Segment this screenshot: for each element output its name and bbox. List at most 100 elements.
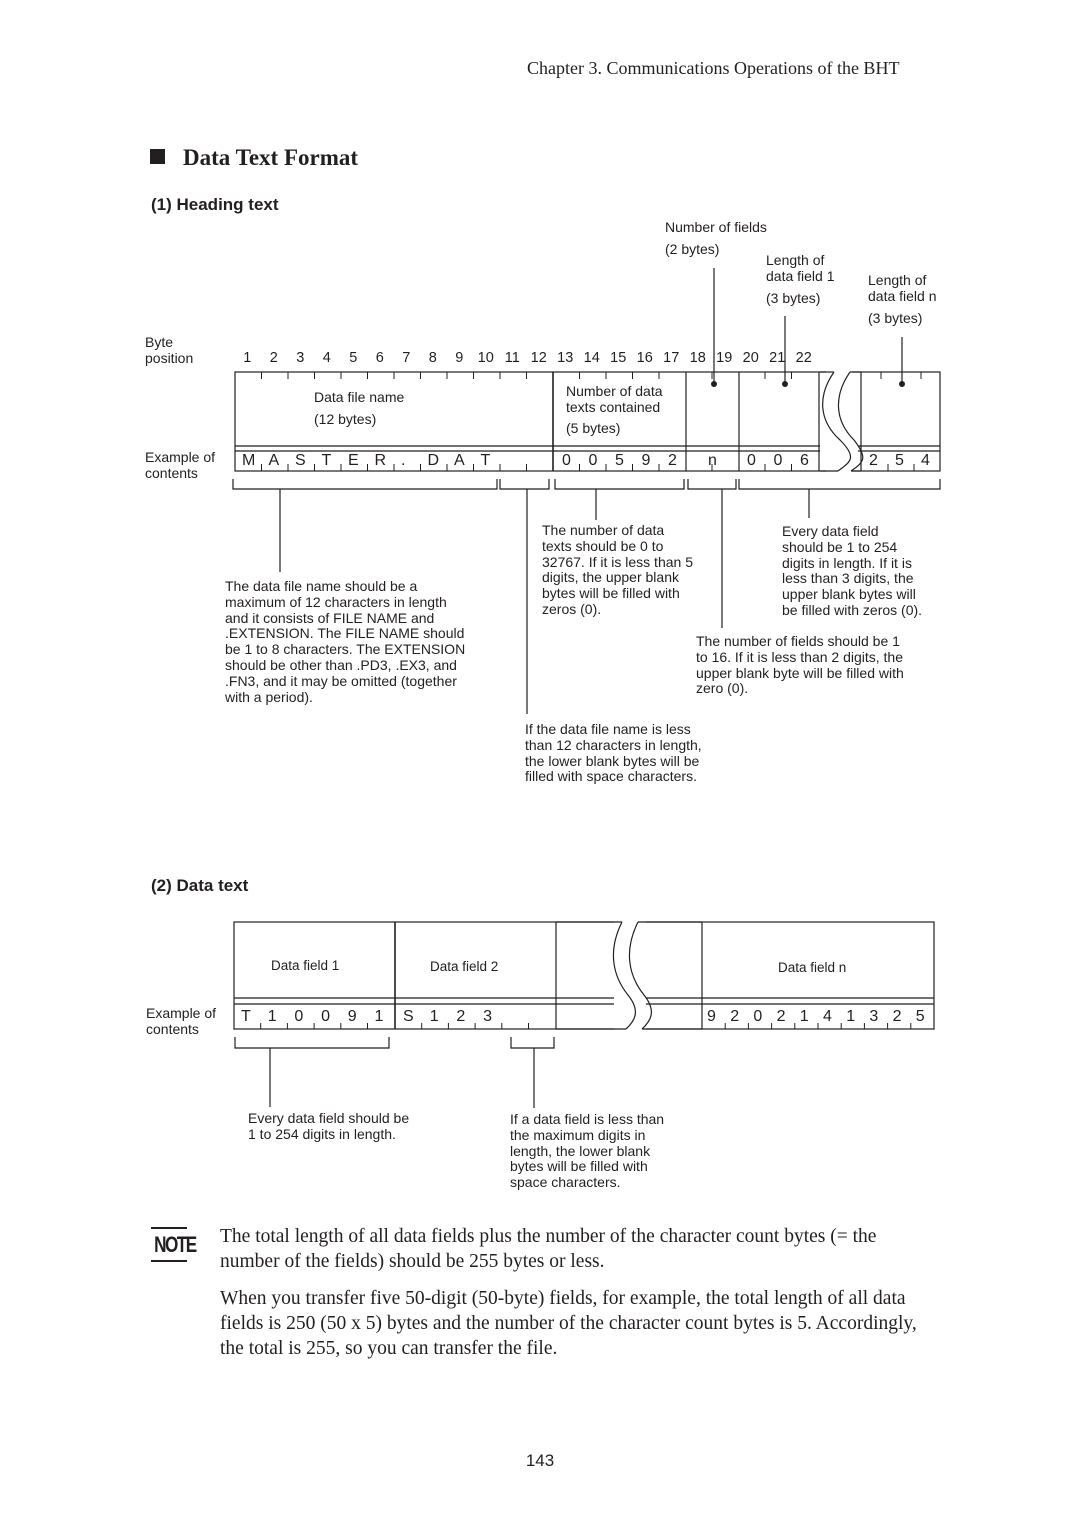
- byte-position-13: 13: [557, 350, 574, 366]
- file-name-example-char: D: [427, 452, 440, 469]
- row-label-position: position: [145, 350, 194, 366]
- note-line: zeros (0).: [542, 600, 602, 617]
- file-name-example-char: T: [321, 452, 332, 469]
- file-name-example-char: R: [374, 452, 387, 469]
- note-line: bytes will be filled with: [510, 1158, 648, 1175]
- note-line: with a period).: [225, 688, 313, 705]
- note-paragraph-1: The total length of all data fields plus…: [220, 1226, 877, 1272]
- data-field-n-example-char: 9: [707, 1008, 716, 1025]
- note-line: maximum of 12 characters in length: [225, 593, 447, 610]
- data-field-2-example-char: 1: [429, 1008, 439, 1025]
- note-line: to 16. If it is less than 2 digits, the: [696, 648, 903, 665]
- note-file-name-padding: If the data file name is less than 12 cha…: [525, 721, 702, 785]
- data-count-example-char: 0: [562, 452, 571, 469]
- len-field-1-example-char: 0: [773, 452, 783, 469]
- note-line: digits, the upper blank: [542, 569, 679, 586]
- note-data-field-padding: If a data field is less than the maximum …: [510, 1111, 664, 1191]
- byte-position-14: 14: [583, 350, 600, 366]
- note-data-field-length: Every data field should be 1 to 254 digit…: [248, 1110, 410, 1143]
- file-name-example-char: A: [268, 452, 280, 469]
- note-line: .EXTENSION. The FILE NAME should: [225, 625, 465, 642]
- file-name-example-char: M: [242, 452, 256, 469]
- byte-position-21: 21: [769, 350, 786, 366]
- data-count-example-char: 5: [615, 452, 624, 469]
- byte-position-4: 4: [322, 350, 331, 366]
- note-line: The number of data: [542, 522, 665, 538]
- file-name-example-char: S: [295, 452, 306, 469]
- row-label-byte: Byte: [145, 334, 174, 350]
- data-field-1-label: Data field 1: [271, 958, 340, 973]
- row-label-example-of: Example of: [145, 449, 216, 465]
- note-icon-text: NOTE: [154, 1232, 197, 1257]
- note-line: be filled with zeros (0).: [782, 601, 923, 618]
- label-length-field-1-bytes: (3 bytes): [766, 290, 821, 306]
- len-field-n-example-char: 5: [895, 452, 904, 469]
- data-field-2-example-char: 2: [456, 1008, 466, 1025]
- data-field-n-example-char: 0: [753, 1008, 763, 1025]
- note-line: texts should be 0 to: [542, 537, 664, 554]
- byte-position-5: 5: [349, 350, 358, 366]
- note-line: 32767. If it is less than 5: [542, 553, 693, 570]
- data-field-n-example-char: 2: [730, 1008, 740, 1025]
- file-name-example-char: T: [480, 452, 491, 469]
- note-line: should be 1 to 254: [782, 538, 898, 555]
- note-line: filled with space characters.: [525, 768, 697, 785]
- data-field-1-example-char: 1: [374, 1008, 384, 1025]
- note-field-length-rule: Every data field should be 1 to 254 digits…: [782, 523, 923, 619]
- byte-position-11: 11: [504, 350, 520, 366]
- data-row-label-example-of: Example of: [146, 1005, 217, 1021]
- data-field-1-example-char: 0: [321, 1008, 330, 1025]
- note-line: be 1 to 8 characters. The EXTENSION: [225, 641, 466, 658]
- note-paragraph-2: When you transfer five 50-digit (50-byte…: [220, 1288, 917, 1359]
- data-field-1-example-char: T: [241, 1008, 251, 1025]
- byte-position-10: 10: [477, 350, 494, 366]
- note-line: The data file name should be a: [225, 578, 418, 594]
- file-name-example-char: .: [401, 452, 406, 469]
- label-length-field-n-line2: data field n: [868, 288, 937, 304]
- note-line: bytes will be filled with: [542, 585, 680, 602]
- note-line: upper blank bytes will: [782, 586, 916, 603]
- subheading-data-text: (2) Data text: [151, 876, 249, 895]
- note-file-name-rule: The data file name should be a maximum of…: [225, 578, 466, 705]
- note-line: upper blank byte will be filled with: [696, 664, 904, 681]
- len-field-n-example-char: 2: [869, 452, 878, 469]
- label-length-field-n-line1: Length of: [868, 272, 927, 288]
- num-fields-example-char: n: [708, 452, 717, 469]
- field-bytes-data-file-name: (12 bytes): [314, 411, 377, 427]
- note-icon: NOTE: [150, 1227, 197, 1263]
- byte-position-1: 1: [243, 350, 252, 366]
- note-num-fields-rule: The number of fields should be 1 to 16. I…: [696, 633, 904, 697]
- note-line: If the data file name is less: [525, 721, 691, 737]
- len-field-1-example-char: 0: [747, 452, 756, 469]
- note-line: .FN3, and it may be omitted (together: [225, 672, 457, 689]
- byte-position-15: 15: [610, 350, 627, 366]
- data-field-n-example-char: 2: [776, 1008, 786, 1025]
- label-number-of-fields: Number of fields: [665, 219, 767, 235]
- note-data-count-rule: The number of data texts should be 0 to 32…: [542, 522, 693, 618]
- data-field-n-example-char: 4: [823, 1008, 832, 1025]
- field-label-data-file-name: Data file name: [314, 389, 405, 405]
- note-line: Every data field should be: [248, 1110, 410, 1126]
- note-line: the lower blank bytes will be: [525, 752, 700, 769]
- page-number: 143: [525, 1451, 555, 1470]
- data-count-example-char: 2: [668, 452, 677, 469]
- label-length-field-1-line2: data field 1: [766, 268, 835, 284]
- file-name-example-char: A: [454, 452, 465, 469]
- note-line: than 12 characters in length,: [525, 736, 702, 753]
- label-length-field-n-bytes: (3 bytes): [868, 310, 923, 326]
- data-field-n-example-char: 1: [846, 1008, 856, 1025]
- byte-position-20: 20: [742, 350, 759, 366]
- data-count-example-char: 0: [588, 452, 598, 469]
- byte-position-7: 7: [402, 350, 411, 366]
- byte-position-9: 9: [455, 350, 464, 366]
- note-line: less than 3 digits, the: [782, 570, 914, 587]
- byte-position-12: 12: [530, 350, 547, 366]
- data-field-2-example-char: 3: [483, 1008, 492, 1025]
- len-field-1-example-char: 6: [800, 452, 809, 469]
- len-field-n-example-char: 4: [921, 452, 930, 469]
- note-line: 1 to 254 digits in length.: [248, 1125, 396, 1142]
- data-field-1-example-char: 9: [347, 1008, 357, 1025]
- data-field-2-label: Data field 2: [430, 959, 499, 974]
- field-bytes-data-count: (5 bytes): [566, 420, 621, 436]
- label-number-of-fields-bytes: (2 bytes): [665, 241, 720, 257]
